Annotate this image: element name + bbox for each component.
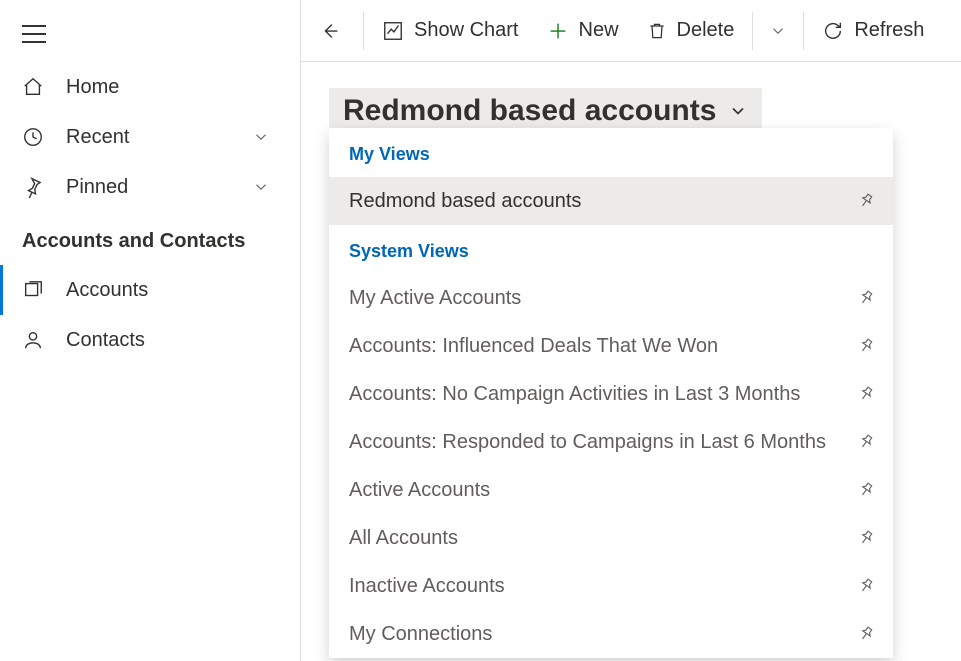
toolbar-separator: [752, 12, 753, 50]
button-label: Refresh: [854, 19, 924, 42]
sidebar-item-label: Accounts: [66, 279, 148, 302]
home-icon: [22, 76, 46, 98]
toolbar-separator: [363, 12, 364, 50]
sidebar-item-accounts[interactable]: Accounts: [0, 265, 300, 315]
view-dropdown: My Views Redmond based accounts System V…: [329, 128, 893, 658]
pin-icon[interactable]: [857, 385, 875, 403]
pin-icon[interactable]: [857, 192, 875, 210]
pin-icon[interactable]: [857, 577, 875, 595]
view-option[interactable]: Inactive Accounts: [329, 562, 893, 610]
pin-icon[interactable]: [857, 481, 875, 499]
dropdown-section-my-views: My Views: [329, 128, 893, 177]
view-option[interactable]: Redmond based accounts: [329, 177, 893, 225]
view-option-label: Inactive Accounts: [349, 575, 505, 598]
view-option[interactable]: Accounts: Influenced Deals That We Won: [329, 322, 893, 370]
view-option-label: Active Accounts: [349, 479, 490, 502]
pin-icon[interactable]: [857, 625, 875, 643]
refresh-button[interactable]: Refresh: [808, 0, 938, 62]
sidebar-item-recent[interactable]: Recent: [0, 112, 300, 162]
clock-icon: [22, 126, 46, 148]
sidebar-item-label: Contacts: [66, 329, 145, 352]
view-option-label: Accounts: Responded to Campaigns in Last…: [349, 431, 826, 454]
button-label: New: [579, 19, 619, 42]
view-option-label: All Accounts: [349, 527, 458, 550]
pin-icon[interactable]: [857, 337, 875, 355]
pin-icon[interactable]: [857, 433, 875, 451]
sidebar-item-label: Home: [66, 76, 119, 99]
view-option[interactable]: All Accounts: [329, 514, 893, 562]
chevron-down-icon: [252, 178, 270, 196]
pin-icon: [22, 176, 46, 198]
sidebar: Home Recent Pinned Accounts and Contacts: [0, 0, 301, 661]
trash-icon: [647, 20, 667, 42]
chevron-down-icon: [769, 22, 787, 40]
chart-icon: [382, 20, 404, 42]
view-option-label: My Active Accounts: [349, 287, 521, 310]
sidebar-item-label: Pinned: [66, 176, 128, 199]
button-label: Delete: [677, 19, 735, 42]
refresh-icon: [822, 20, 844, 42]
sidebar-group-header: Accounts and Contacts: [0, 212, 300, 265]
toolbar-separator: [803, 12, 804, 50]
delete-button[interactable]: Delete: [633, 0, 749, 62]
view-option[interactable]: Accounts: No Campaign Activities in Last…: [329, 370, 893, 418]
view-option[interactable]: My Connections: [329, 610, 893, 658]
sidebar-item-contacts[interactable]: Contacts: [0, 315, 300, 365]
back-button[interactable]: [301, 0, 359, 62]
contact-icon: [22, 329, 46, 351]
menu-icon[interactable]: [22, 25, 46, 43]
view-option-label: My Connections: [349, 623, 492, 646]
view-option-label: Accounts: No Campaign Activities in Last…: [349, 383, 800, 406]
pin-icon[interactable]: [857, 289, 875, 307]
dropdown-section-system-views: System Views: [329, 225, 893, 274]
account-icon: [22, 279, 46, 301]
sidebar-item-pinned[interactable]: Pinned: [0, 162, 300, 212]
button-label: Show Chart: [414, 19, 519, 42]
view-option[interactable]: Active Accounts: [329, 466, 893, 514]
view-option[interactable]: Accounts: Responded to Campaigns in Last…: [329, 418, 893, 466]
plus-icon: [547, 20, 569, 42]
view-option[interactable]: My Active Accounts: [329, 274, 893, 322]
pin-icon[interactable]: [857, 529, 875, 547]
sidebar-item-label: Recent: [66, 126, 129, 149]
view-title: Redmond based accounts: [343, 94, 716, 128]
show-chart-button[interactable]: Show Chart: [368, 0, 533, 62]
sidebar-item-home[interactable]: Home: [0, 62, 300, 112]
overflow-button[interactable]: [757, 0, 799, 62]
view-option-label: Redmond based accounts: [349, 190, 581, 213]
new-button[interactable]: New: [533, 0, 633, 62]
chevron-down-icon: [728, 101, 748, 121]
chevron-down-icon: [252, 128, 270, 146]
view-option-label: Accounts: Influenced Deals That We Won: [349, 335, 718, 358]
toolbar: Show Chart New Delete: [301, 0, 961, 62]
main-area: Show Chart New Delete: [301, 0, 961, 661]
